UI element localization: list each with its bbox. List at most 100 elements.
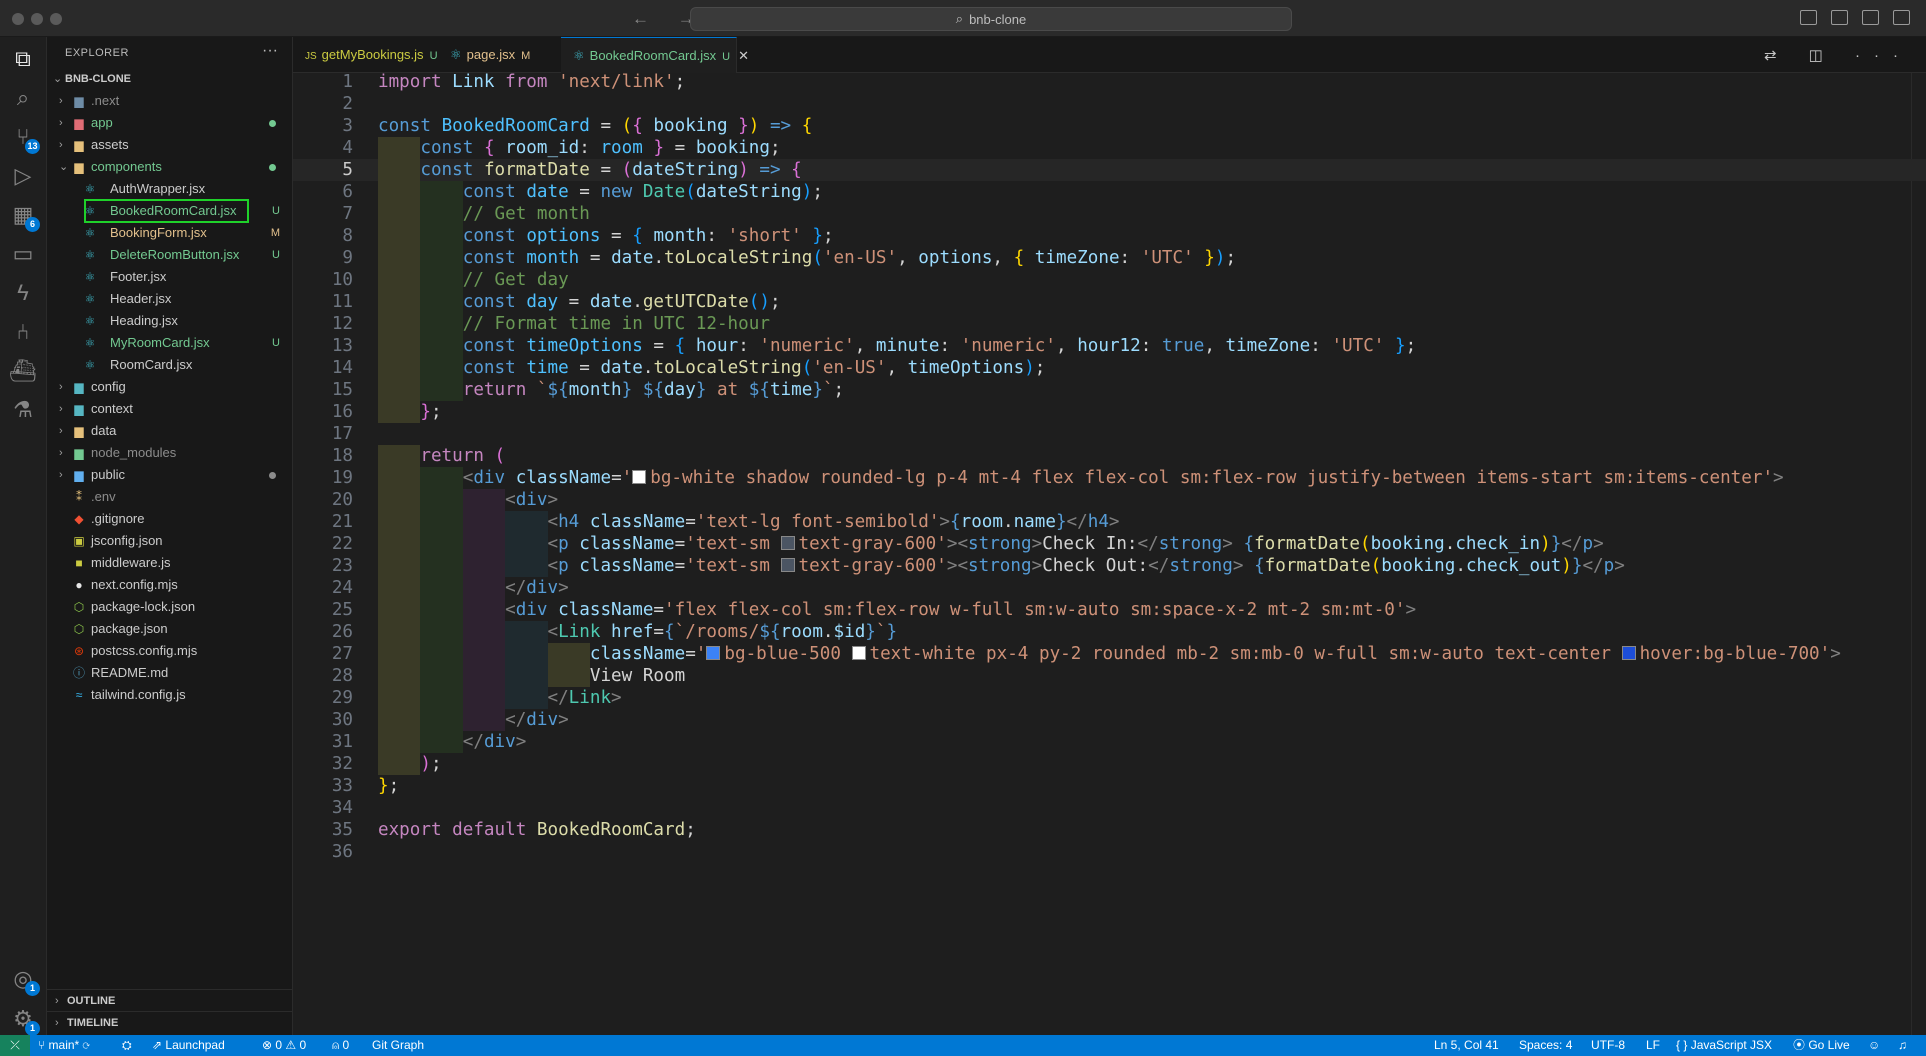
code-line[interactable]: 32 ); xyxy=(293,753,1926,775)
code-line[interactable]: 25 <div className='flex flex-col sm:flex… xyxy=(293,599,1926,621)
file-item[interactable]: ⚛ BookingForm.jsx M xyxy=(47,222,292,244)
file-item[interactable]: ▣ jsconfig.json xyxy=(47,530,292,552)
code-line[interactable]: 2 xyxy=(293,93,1926,115)
toggle-primary-sidebar-icon[interactable] xyxy=(1800,10,1817,25)
code-line[interactable]: 19 <div className=' bg-white shadow round… xyxy=(293,467,1926,489)
editor-tab[interactable]: ⚛ BookedRoomCard.jsx U ✕ xyxy=(561,37,749,73)
git-graph-icon[interactable]: ⑃ xyxy=(9,318,37,346)
git-graph-button[interactable]: Git Graph xyxy=(372,1035,424,1056)
folder-item[interactable]: › ▆ .next xyxy=(47,90,292,112)
file-item[interactable]: ⁑ .env xyxy=(47,486,292,508)
code-line[interactable]: 21 <h4 className='text-lg font-semibold'… xyxy=(293,511,1926,533)
file-item[interactable]: ⬡ package-lock.json xyxy=(47,596,292,618)
code-line[interactable]: 13 const timeOptions = { hour: 'numeric'… xyxy=(293,335,1926,357)
folder-item[interactable]: › ▆ node_modules xyxy=(47,442,292,464)
file-item[interactable]: ● next.config.mjs xyxy=(47,574,292,596)
code-line[interactable]: 30 </div> xyxy=(293,709,1926,731)
code-line[interactable]: 34 xyxy=(293,797,1926,819)
code-line[interactable]: 22 <p className='text-sm text-gray-600'>… xyxy=(293,533,1926,555)
folder-item[interactable]: › ▆ config xyxy=(47,376,292,398)
file-item[interactable]: ⚛ DeleteRoomButton.jsx U xyxy=(47,244,292,266)
toggle-secondary-sidebar-icon[interactable] xyxy=(1862,10,1879,25)
ports-indicator[interactable]: ⍝ 0 xyxy=(332,1035,349,1056)
folder-item[interactable]: › ▆ app xyxy=(47,112,292,134)
file-item[interactable]: ⚛ Heading.jsx xyxy=(47,310,292,332)
code-line[interactable]: 23 <p className='text-sm text-gray-600'>… xyxy=(293,555,1926,577)
encoding[interactable]: UTF-8 xyxy=(1591,1035,1625,1056)
folder-item[interactable]: › ▆ assets xyxy=(47,134,292,156)
code-line[interactable]: 11 const day = date.getUTCDate(); xyxy=(293,291,1926,313)
remote-explorer-icon[interactable]: ▭ xyxy=(9,240,37,268)
customize-layout-icon[interactable] xyxy=(1893,10,1910,25)
minimize-window-button[interactable] xyxy=(31,13,43,25)
cursor-position[interactable]: Ln 5, Col 41 xyxy=(1434,1035,1499,1056)
code-line[interactable]: 10 // Get day xyxy=(293,269,1926,291)
file-item[interactable]: ◆ .gitignore xyxy=(47,508,292,530)
code-line[interactable]: 16 }; xyxy=(293,401,1926,423)
timeline-panel[interactable]: › TIMELINE xyxy=(47,1011,292,1034)
project-root[interactable]: ⌄ BNB-CLONE xyxy=(47,68,292,90)
explorer-icon[interactable]: ⧉ xyxy=(9,45,37,73)
feedback-icon[interactable]: ☺ xyxy=(1868,1035,1880,1056)
file-item[interactable]: ⚛ MyRoomCard.jsx U xyxy=(47,332,292,354)
language-mode[interactable]: { } JavaScript JSX xyxy=(1676,1035,1772,1056)
indentation[interactable]: Spaces: 4 xyxy=(1519,1035,1572,1056)
docker-icon[interactable]: ⛴ xyxy=(9,357,37,385)
code-line[interactable]: 35 export default BookedRoomCard; xyxy=(293,819,1926,841)
code-line[interactable]: 20 <div> xyxy=(293,489,1926,511)
code-line[interactable]: 15 return `${month} ${day} at ${time}`; xyxy=(293,379,1926,401)
code-line[interactable]: 12 // Format time in UTC 12-hour xyxy=(293,313,1926,335)
maximize-window-button[interactable] xyxy=(50,13,62,25)
code-line[interactable]: 31 </div> xyxy=(293,731,1926,753)
file-item[interactable]: ≈ tailwind.config.js xyxy=(47,684,292,706)
folder-item[interactable]: › ▆ data xyxy=(47,420,292,442)
folder-item[interactable]: ⌄ ▆ components xyxy=(47,156,292,178)
file-item[interactable]: ⬡ package.json xyxy=(47,618,292,640)
file-item[interactable]: ⊛ postcss.config.mjs xyxy=(47,640,292,662)
code-line[interactable]: 17 xyxy=(293,423,1926,445)
code-line[interactable]: 29 </Link> xyxy=(293,687,1926,709)
code-line[interactable]: 33}; xyxy=(293,775,1926,797)
github-icon[interactable]: ⛭ xyxy=(122,1035,132,1056)
more-actions-icon[interactable]: ··· xyxy=(262,42,278,60)
file-item[interactable]: ■ middleware.js xyxy=(47,552,292,574)
folder-item[interactable]: › ▆ public xyxy=(47,464,292,486)
launchpad-button[interactable]: ⇗ Launchpad xyxy=(152,1035,225,1056)
code-line[interactable]: 3 const BookedRoomCard = ({ booking }) =>… xyxy=(293,115,1926,137)
thunder-client-icon[interactable]: ϟ xyxy=(9,279,37,307)
editor-actions[interactable]: ⇄ ◫ ··· xyxy=(1764,46,1912,64)
code-line[interactable]: 5 const formatDate = (dateString) => { xyxy=(293,159,1926,181)
editor-tab[interactable]: ⚛ page.jsx M xyxy=(438,37,562,72)
toggle-panel-icon[interactable] xyxy=(1831,10,1848,25)
code-line[interactable]: 27 className=' bg-blue-500 text-white px-… xyxy=(293,643,1926,665)
command-center[interactable]: ⌕ bnb-clone xyxy=(690,7,1292,31)
code-line[interactable]: 28 View Room xyxy=(293,665,1926,687)
file-item[interactable]: ⚛ Header.jsx xyxy=(47,288,292,310)
search-icon[interactable]: ⌕ xyxy=(9,84,37,112)
file-item[interactable]: ⚛ RoomCard.jsx xyxy=(47,354,292,376)
folder-item[interactable]: › ▆ context xyxy=(47,398,292,420)
outline-panel[interactable]: › OUTLINE xyxy=(47,989,292,1012)
file-item[interactable]: ⚛ Footer.jsx xyxy=(47,266,292,288)
code-line[interactable]: 1 import Link from 'next/link'; xyxy=(293,73,1926,93)
code-line[interactable]: 9 const month = date.toLocaleString('en-… xyxy=(293,247,1926,269)
close-icon[interactable]: ✕ xyxy=(738,48,749,63)
close-window-button[interactable] xyxy=(12,13,24,25)
code-line[interactable]: 14 const time = date.toLocaleString('en-… xyxy=(293,357,1926,379)
code-line[interactable]: 36 xyxy=(293,841,1926,863)
code-line[interactable]: 24 </div> xyxy=(293,577,1926,599)
code-line[interactable]: 8 const options = { month: 'short' }; xyxy=(293,225,1926,247)
problems-indicator[interactable]: ⊗ 0 ⚠ 0 xyxy=(262,1035,306,1056)
code-line[interactable]: 26 <Link href={`/rooms/${room.$id}`} xyxy=(293,621,1926,643)
notifications-bell-icon[interactable]: ♫ xyxy=(1898,1035,1907,1056)
code-line[interactable]: 6 const date = new Date(dateString); xyxy=(293,181,1926,203)
run-debug-icon[interactable]: ▷ xyxy=(9,162,37,190)
end-of-line[interactable]: LF xyxy=(1646,1035,1660,1056)
editor-tab[interactable]: JS getMyBookings.js U xyxy=(293,37,439,72)
go-live-button[interactable]: ⦿ Go Live xyxy=(1793,1035,1850,1056)
testing-icon[interactable]: ⚗ xyxy=(9,396,37,424)
code-editor[interactable]: 1 import Link from 'next/link'; 2 3 const Bo… xyxy=(293,73,1926,1035)
code-line[interactable]: 7 // Get month xyxy=(293,203,1926,225)
file-item[interactable]: ⓘ README.md xyxy=(47,662,292,684)
remote-indicator-icon[interactable]: ⤫ xyxy=(0,1035,30,1056)
